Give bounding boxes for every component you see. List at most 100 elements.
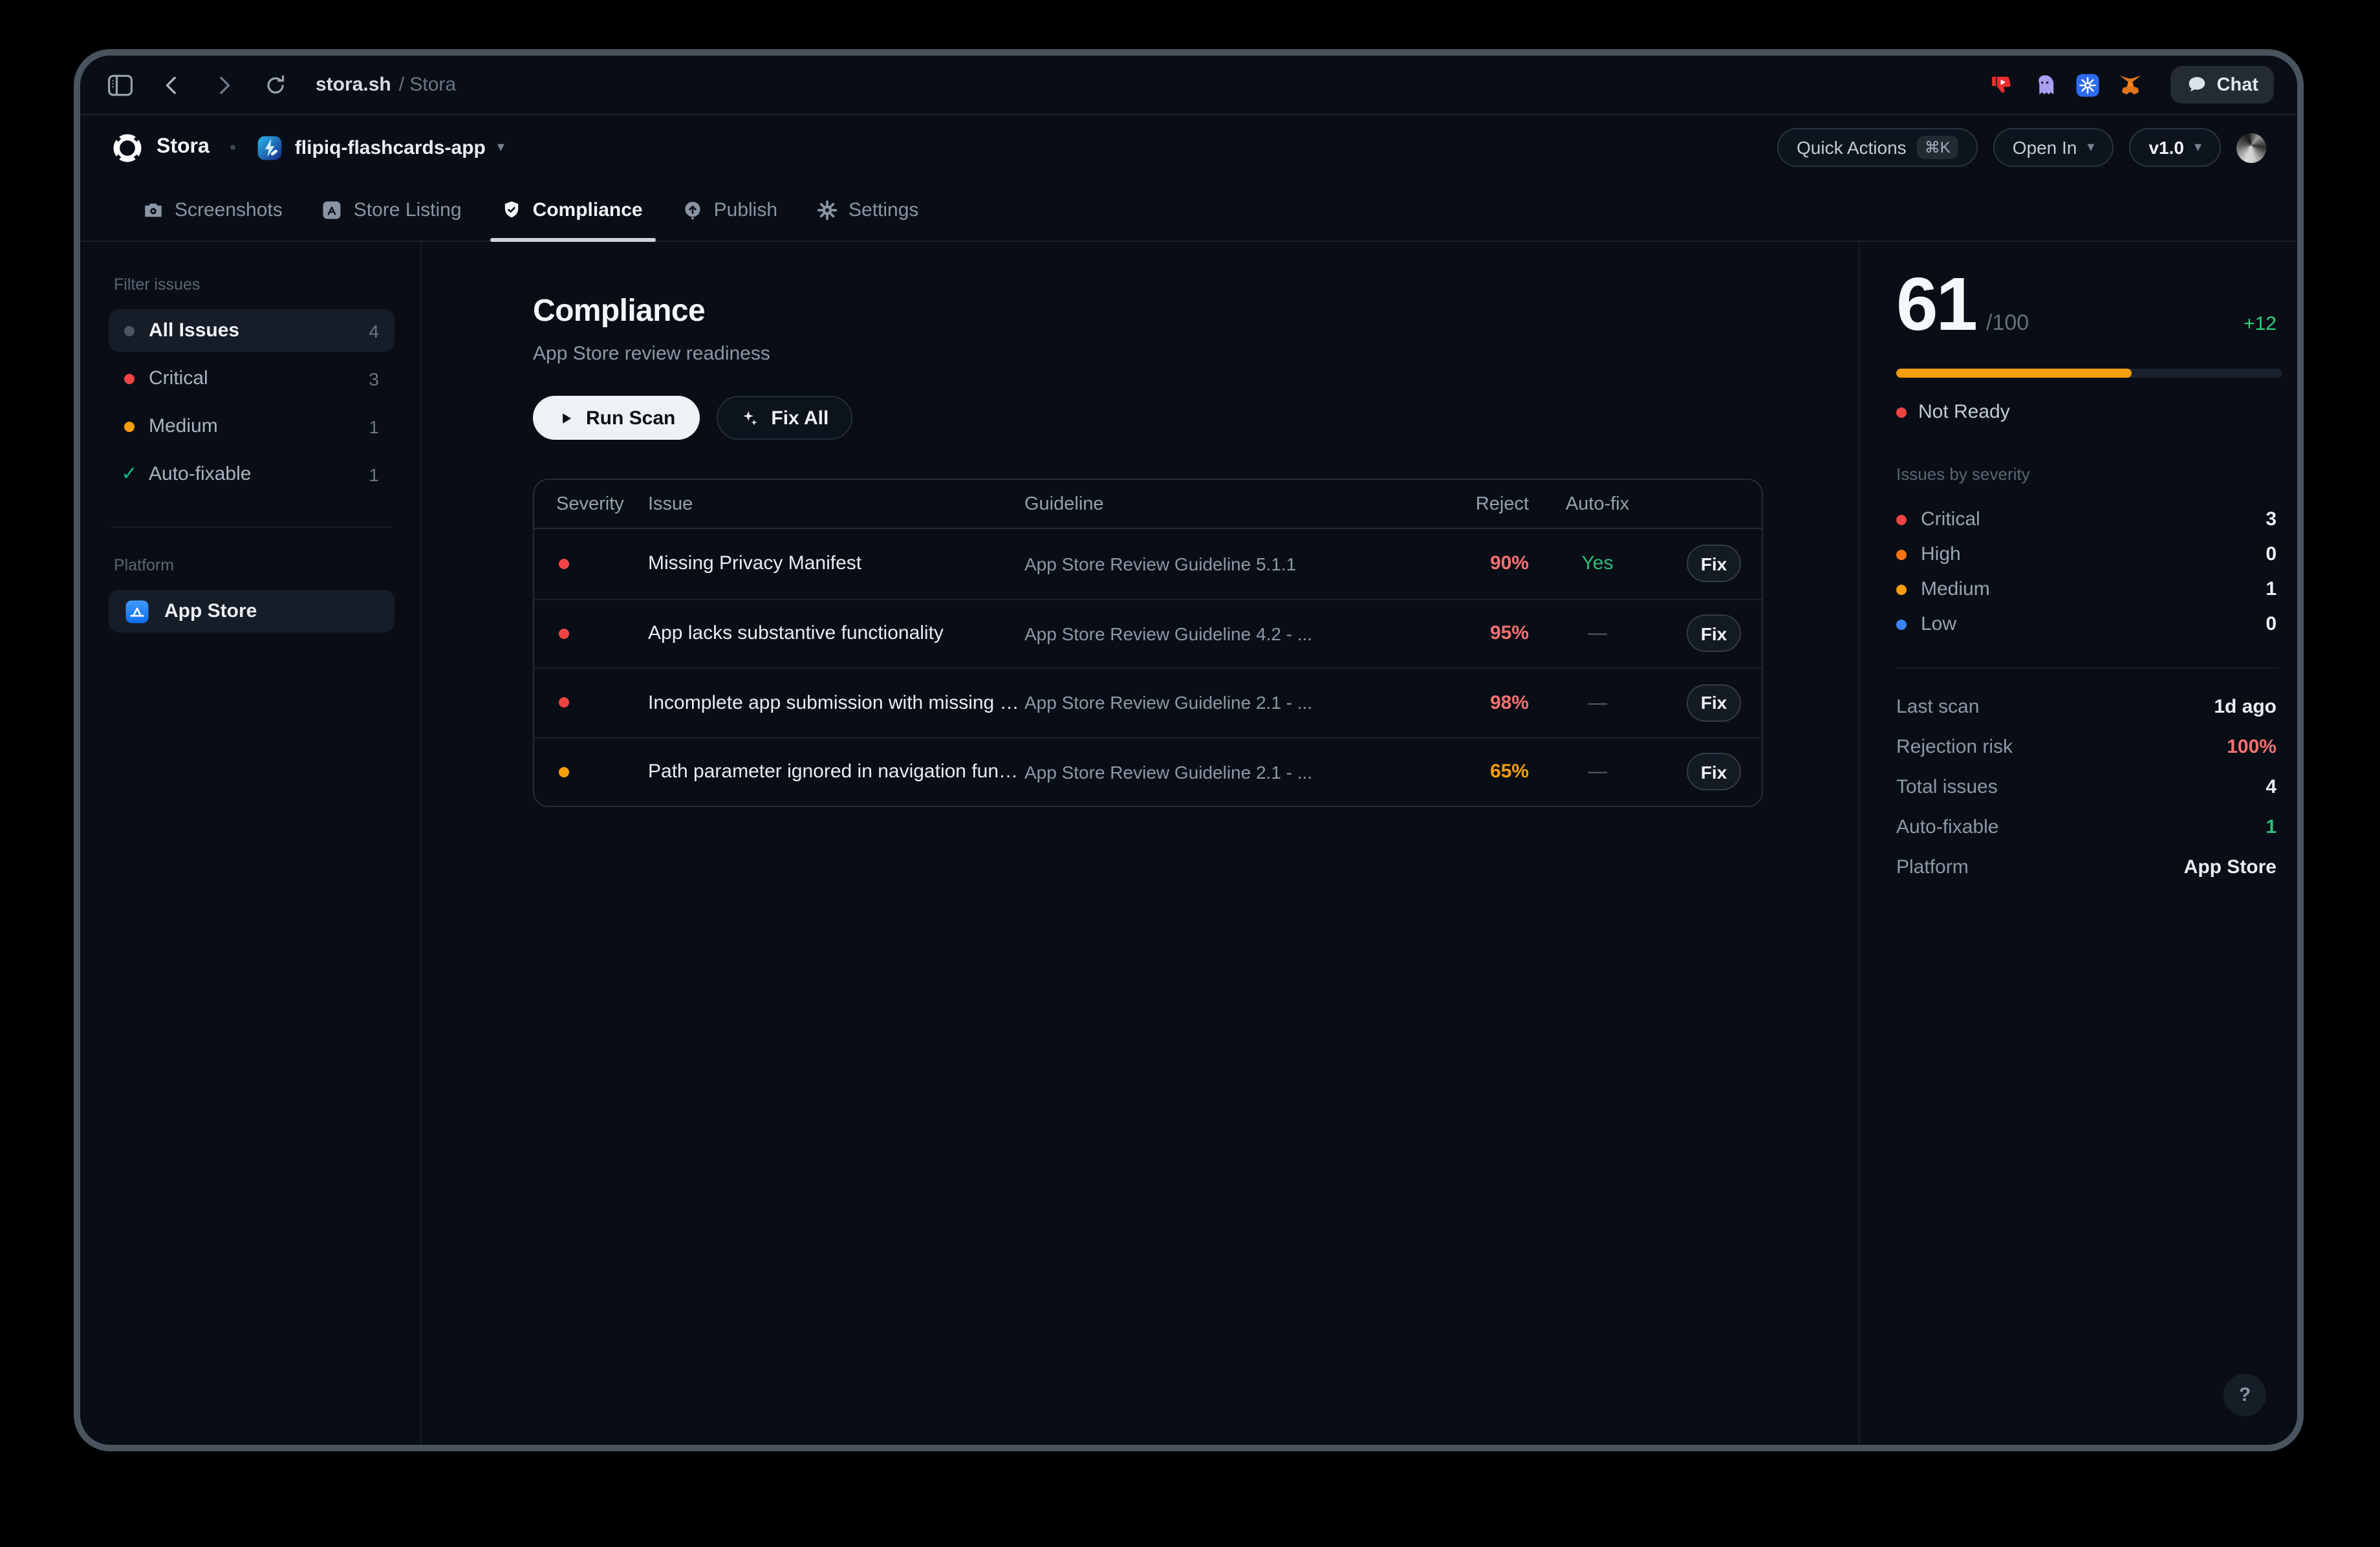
quick-actions-label: Quick Actions (1797, 137, 1907, 158)
table-row[interactable]: Missing Privacy Manifest App Store Revie… (534, 529, 1762, 598)
fix-all-button[interactable]: Fix All (717, 396, 852, 440)
sidebar-item-critical[interactable]: Critical 3 (109, 357, 395, 400)
reject-probability: 95% (1412, 623, 1529, 645)
brand-name: Stora (157, 136, 210, 159)
tab-bar: Screenshots Store Listing Compliance (80, 180, 2297, 242)
score-progress-fill (1896, 369, 2132, 378)
reload-icon[interactable] (259, 68, 292, 102)
open-in-button[interactable]: Open In ▾ (1993, 128, 2114, 167)
reject-probability: 65% (1412, 761, 1529, 783)
tab-settings[interactable]: Settings (816, 180, 918, 241)
header-actions: Quick Actions ⌘K Open In ▾ v1.0 ▾ (1777, 128, 2266, 167)
actions-row: Run Scan Fix All (533, 396, 1763, 440)
compliance-issues-table: Severity Issue Guideline Reject Auto-fix… (533, 479, 1763, 807)
sidebar-item-auto-fixable[interactable]: Auto-fixable 1 (109, 453, 395, 495)
sidebar-divider (111, 526, 392, 528)
severity-dot-icon (559, 559, 569, 569)
sidebar-toggle-icon[interactable] (103, 68, 137, 102)
browser-window: stora.sh / Stora (74, 49, 2304, 1451)
tab-screenshots[interactable]: Screenshots (142, 180, 283, 241)
url-page: / Stora (399, 74, 456, 96)
thumbs-down-extension-icon[interactable] (1989, 72, 2015, 98)
reject-probability: 90% (1412, 553, 1529, 575)
stat-auto-fixable: Auto-fixable 1 (1896, 807, 2279, 847)
phantom-ghost-extension-icon[interactable] (2032, 72, 2058, 98)
page-subtitle: App Store review readiness (533, 343, 1763, 365)
user-avatar[interactable] (2236, 133, 2266, 162)
panel-divider (1896, 667, 2279, 669)
issue-title: Missing Privacy Manifest (648, 553, 1024, 575)
publish-upload-icon (682, 199, 704, 221)
chrome-extensions: Chat (1989, 66, 2274, 103)
stat-total-issues: Total issues 4 (1896, 767, 2279, 807)
guideline-ref: App Store Review Guideline 4.2 - ... (1024, 623, 1412, 644)
guideline-ref: App Store Review Guideline 2.1 - ... (1024, 762, 1412, 783)
address-bar[interactable]: stora.sh / Stora (316, 74, 456, 96)
project-selector[interactable]: flipiq-flashcards-app ▾ (256, 134, 504, 161)
readiness-status: Not Ready (1896, 401, 2279, 423)
filter-sidebar: Filter issues All Issues 4 Critical 3 Me… (80, 242, 422, 1445)
content-area: Filter issues All Issues 4 Critical 3 Me… (80, 242, 2297, 1445)
autofix-status: — (1529, 692, 1666, 714)
fix-button[interactable]: Fix (1687, 684, 1741, 722)
count-badge: 1 (369, 464, 379, 484)
speech-bubble-icon (2186, 74, 2208, 96)
run-scan-button[interactable]: Run Scan (533, 396, 700, 440)
chat-button[interactable]: Chat (2170, 66, 2274, 103)
chevron-down-icon: ▾ (497, 140, 504, 155)
medium-dot-icon (1896, 584, 1907, 594)
url-site: stora.sh (316, 74, 391, 96)
play-icon (557, 409, 574, 426)
fix-button[interactable]: Fix (1687, 545, 1741, 583)
tab-store-listing[interactable]: Store Listing (321, 180, 462, 241)
check-icon (124, 469, 135, 479)
tab-compliance[interactable]: Compliance (501, 180, 643, 241)
guideline-ref: App Store Review Guideline 5.1.1 (1024, 554, 1412, 574)
stat-last-scan: Last scan 1d ago (1896, 687, 2279, 727)
help-button[interactable]: ? (2223, 1374, 2266, 1416)
severity-dot-icon (559, 767, 569, 777)
issue-title: App lacks substantive functionality (648, 623, 1024, 645)
sparkles-icon (740, 408, 759, 427)
sidebar-item-all-issues[interactable]: All Issues 4 (109, 309, 395, 352)
project-name: flipiq-flashcards-app (295, 136, 486, 158)
score-progress-track (1896, 369, 2282, 378)
browser-chrome: stora.sh / Stora (80, 56, 2297, 115)
legend-row-high: High 0 (1896, 537, 2279, 572)
all-issues-dot-icon (124, 325, 135, 336)
sidebar-item-medium[interactable]: Medium 1 (109, 405, 395, 448)
fix-button[interactable]: Fix (1687, 615, 1741, 653)
snowflake-extension-icon[interactable] (2075, 72, 2101, 98)
metamask-fox-extension-icon[interactable] (2117, 72, 2143, 98)
filter-issues-label: Filter issues (114, 276, 395, 294)
fix-button[interactable]: Fix (1687, 753, 1741, 791)
issues-by-severity-label: Issues by severity (1896, 464, 2279, 484)
table-row[interactable]: Path parameter ignored in navigation fun… (534, 737, 1762, 806)
tab-publish[interactable]: Publish (682, 180, 777, 241)
autofix-status: Yes (1529, 553, 1666, 575)
main-panel: Compliance App Store review readiness Ru… (422, 242, 1859, 1445)
version-label: v1.0 (2148, 137, 2184, 158)
app-icon (256, 134, 283, 161)
forward-icon[interactable] (207, 68, 241, 102)
sidebar-item-app-store[interactable]: App Store (109, 590, 395, 633)
critical-dot-icon (124, 373, 135, 384)
guideline-ref: App Store Review Guideline 2.1 - ... (1024, 693, 1412, 713)
back-icon[interactable] (155, 68, 189, 102)
chat-label: Chat (2217, 74, 2258, 95)
app-header: Stora flipiq-flashcards-app ▾ (80, 115, 2297, 180)
count-badge: 4 (369, 320, 379, 341)
severity-dot-icon (559, 698, 569, 708)
severity-legend: Critical 3 High 0 Medium 1 (1896, 502, 2279, 642)
version-selector[interactable]: v1.0 ▾ (2129, 128, 2221, 167)
shield-check-icon (501, 199, 523, 221)
table-row[interactable]: App lacks substantive functionality App … (534, 598, 1762, 667)
score-max: /100 (1986, 310, 2029, 336)
chevron-down-icon: ▾ (2087, 140, 2094, 155)
screenshot-stage: stora.sh / Stora (0, 0, 2380, 1547)
status-dot-icon (1896, 407, 1907, 417)
legend-row-low: Low 0 (1896, 607, 2279, 642)
table-row[interactable]: Incomplete app submission with missing c… (534, 667, 1762, 737)
quick-actions-button[interactable]: Quick Actions ⌘K (1777, 128, 1978, 167)
score-delta: +12 (2244, 313, 2279, 335)
